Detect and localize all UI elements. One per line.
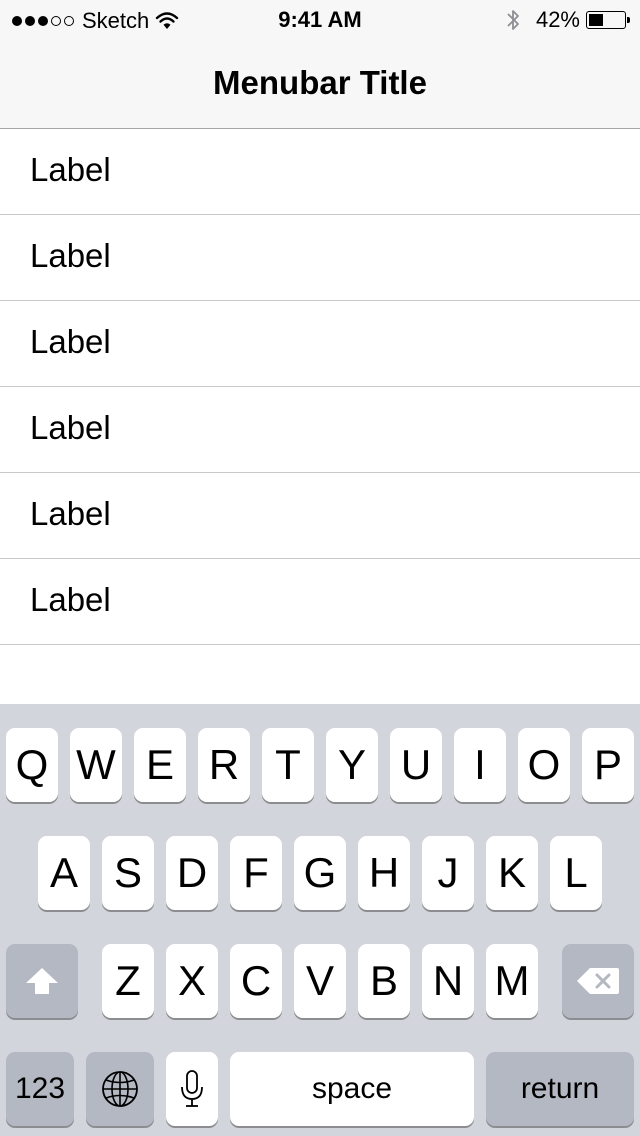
shift-icon [26,968,58,994]
bluetooth-icon [507,10,519,30]
list-item[interactable]: Label [0,473,640,559]
list-item-label: Label [30,495,111,532]
key-j[interactable]: J [422,836,474,910]
key-z[interactable]: Z [102,944,154,1018]
navigation-bar: Menubar Title [0,40,640,129]
key-g[interactable]: G [294,836,346,910]
list-item-label: Label [30,581,111,618]
list-item[interactable]: Label [0,215,640,301]
battery-percent: 42% [535,7,580,32]
key-n[interactable]: N [422,944,474,1018]
key-w[interactable]: W [70,728,122,802]
key-t[interactable]: T [262,728,314,802]
list-item[interactable]: Label [0,559,640,645]
key-p[interactable]: P [582,728,634,802]
key-x[interactable]: X [166,944,218,1018]
table-view: Label Label Label Label Label Label [0,129,640,645]
space-key[interactable]: space [230,1052,474,1126]
list-item-label: Label [30,409,111,446]
return-key[interactable]: return [486,1052,634,1126]
list-item[interactable]: Label [0,387,640,473]
backspace-key[interactable] [562,944,634,1018]
key-v[interactable]: V [294,944,346,1018]
key-y[interactable]: Y [326,728,378,802]
status-bar: Sketch 9:41 AM 42% [0,0,640,40]
microphone-key[interactable] [166,1052,218,1126]
battery-icon [586,11,630,29]
key-f[interactable]: F [230,836,282,910]
key-i[interactable]: I [454,728,506,802]
key-r[interactable]: R [198,728,250,802]
key-q[interactable]: Q [6,728,58,802]
key-a[interactable]: A [38,836,90,910]
key-e[interactable]: E [134,728,186,802]
numbers-key[interactable]: 123 [6,1052,74,1126]
key-u[interactable]: U [390,728,442,802]
backspace-icon [577,968,619,994]
list-item-label: Label [30,323,111,360]
key-k[interactable]: K [486,836,538,910]
microphone-icon [181,1070,203,1107]
key-d[interactable]: D [166,836,218,910]
key-o[interactable]: O [518,728,570,802]
shift-key[interactable] [6,944,78,1018]
globe-key[interactable] [86,1052,154,1126]
nav-title: Menubar Title [213,64,427,101]
keyboard: Q W E R T Y U I O P A S D F G H J K L Z … [0,704,640,1136]
list-item-label: Label [30,151,111,188]
globe-icon [102,1071,138,1107]
list-item-label: Label [30,237,111,274]
key-h[interactable]: H [358,836,410,910]
key-l[interactable]: L [550,836,602,910]
list-item[interactable]: Label [0,129,640,215]
key-m[interactable]: M [486,944,538,1018]
key-c[interactable]: C [230,944,282,1018]
list-item[interactable]: Label [0,301,640,387]
status-right: 42% [506,7,630,33]
key-s[interactable]: S [102,836,154,910]
key-b[interactable]: B [358,944,410,1018]
